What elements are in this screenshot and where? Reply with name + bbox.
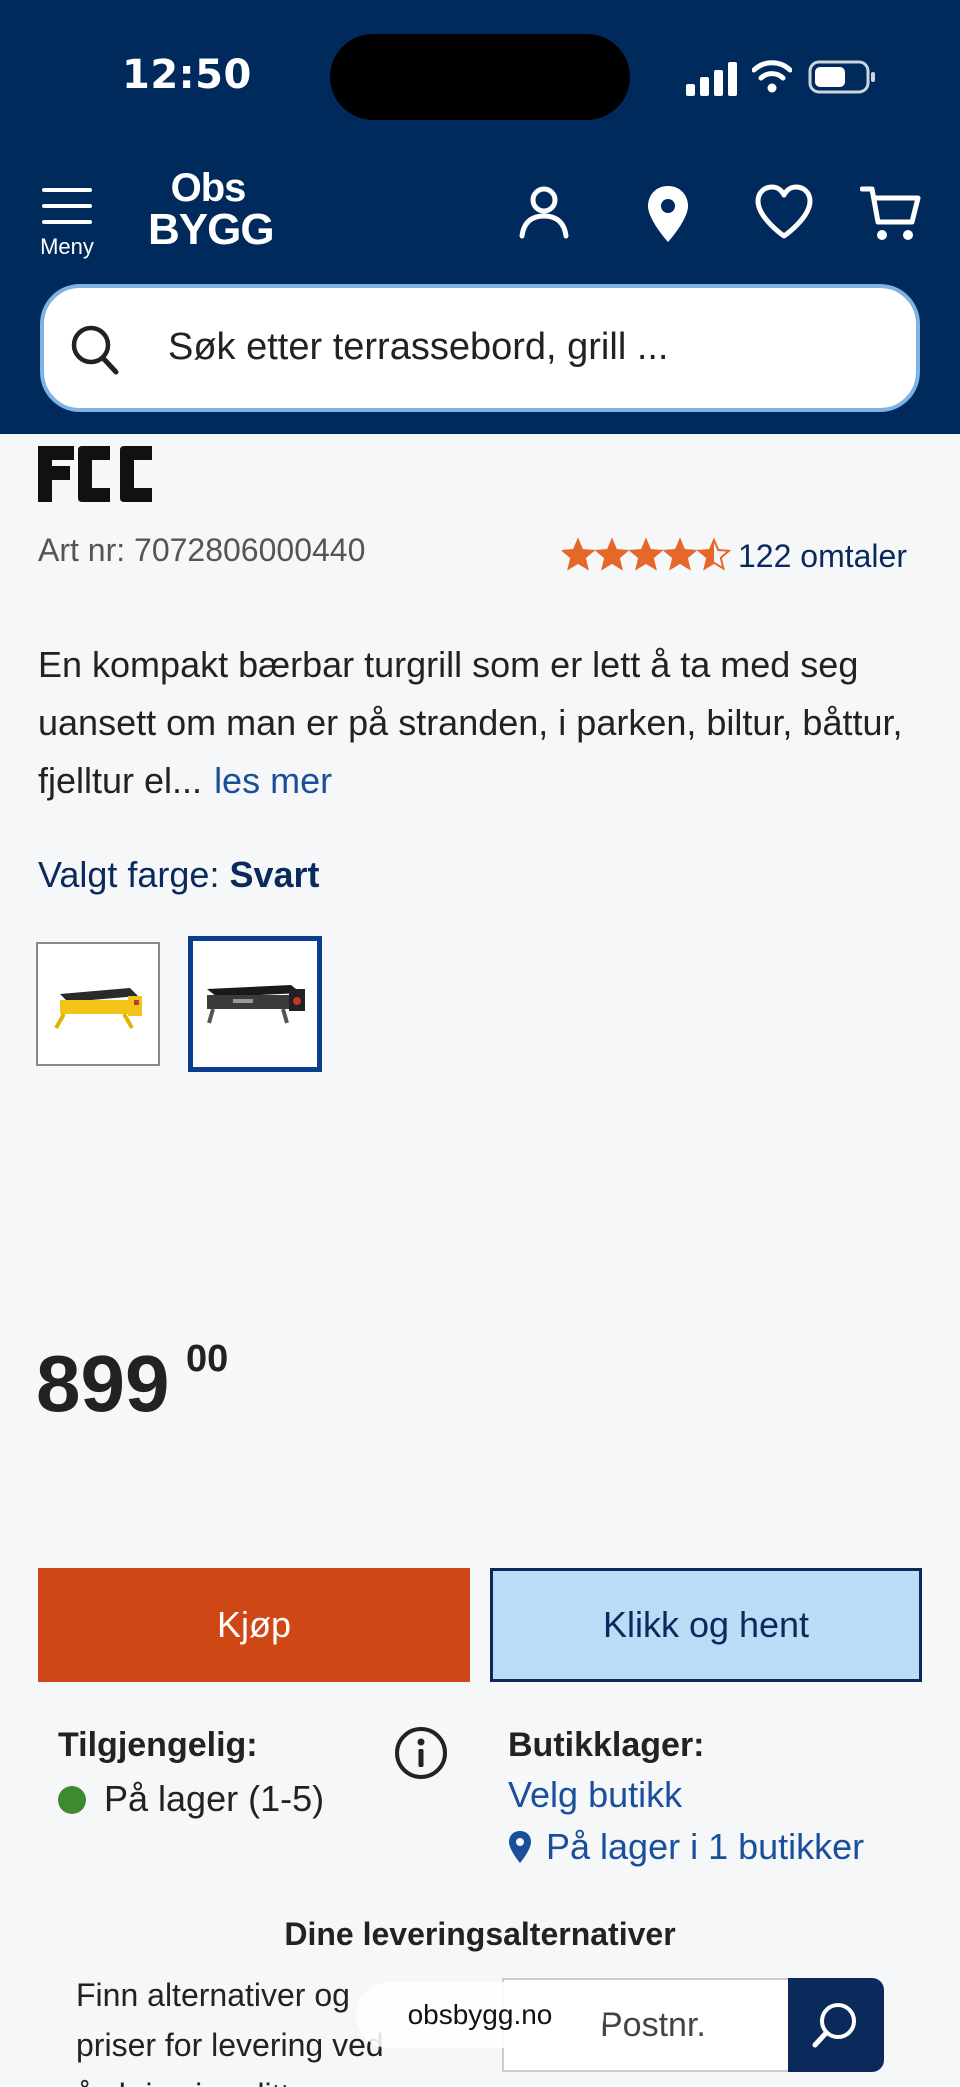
info-icon[interactable] — [394, 1726, 448, 1780]
rating-stars[interactable] — [562, 534, 734, 574]
zip-search-button[interactable] — [788, 1978, 884, 2072]
click-and-collect-button[interactable]: Klikk og hent — [490, 1568, 922, 1682]
product-description: En kompakt bærbar turgrill som er lett å… — [38, 636, 918, 810]
hamburger-icon — [42, 188, 92, 236]
availability-status: På lager (1-5) — [104, 1778, 325, 1819]
rating-star — [662, 537, 698, 571]
menu-button[interactable]: Meny — [34, 180, 100, 264]
brand-logo — [38, 446, 152, 502]
price-main: 899 — [36, 1339, 170, 1428]
wifi-icon — [752, 60, 792, 93]
browser-url-pill[interactable]: obsbygg.no — [356, 1982, 604, 2048]
search-bar[interactable]: Søk etter terrassebord, grill ... — [40, 284, 920, 412]
zip-placeholder: Postnr. — [600, 2006, 706, 2044]
account-icon[interactable] — [516, 184, 572, 240]
dynamic-island — [330, 34, 630, 120]
battery-icon — [808, 60, 875, 94]
color-swatch-yellow[interactable] — [36, 942, 160, 1066]
grill-thumbnail-yellow — [54, 988, 142, 1029]
selected-color: Valgt farge: Svart — [38, 854, 320, 896]
buy-button[interactable]: Kjøp — [38, 1568, 470, 1682]
search-icon — [71, 325, 119, 375]
search-placeholder: Søk etter terrassebord, grill ... — [168, 326, 669, 368]
delivery-title: Dine leveringsalternativer — [284, 1916, 676, 1952]
store-pin-icon — [509, 1831, 531, 1863]
favorites-heart-icon[interactable] — [754, 184, 814, 240]
choose-store-link[interactable]: Velg butikk — [508, 1774, 682, 1816]
status-time: 12:50 — [122, 52, 252, 98]
description-text: En kompakt bærbar turgrill som er lett å… — [38, 644, 903, 801]
in-stock-dot-icon — [58, 1786, 86, 1814]
app-header: 12:50 Meny Obs BYGG Søk etter terrassebo… — [0, 0, 960, 434]
availability-title: Tilgjengelig: — [58, 1726, 258, 1764]
color-value: Svart — [229, 854, 320, 895]
read-more-link[interactable]: les mer — [214, 760, 332, 801]
store-stock-title: Butikklager: — [508, 1726, 705, 1764]
grill-thumbnail-black — [207, 985, 305, 1024]
menu-label: Meny — [40, 234, 94, 259]
obs-bygg-logo[interactable]: Obs BYGG — [148, 166, 275, 258]
rating-star — [562, 537, 596, 571]
rating-star — [594, 537, 630, 571]
logo-line-2: BYGG — [148, 205, 275, 254]
delivery-text: Finn alternativer og priser for levering… — [76, 1977, 384, 2087]
reviews-link[interactable]: 122 omtaler — [738, 538, 907, 575]
cellular-signal-icon — [686, 62, 737, 96]
article-number: Art nr: 7072806000440 — [38, 532, 366, 568]
price-cents: 00 — [186, 1338, 229, 1380]
store-stock-link[interactable]: På lager i 1 butikker — [546, 1826, 864, 1868]
location-pin-icon[interactable] — [646, 184, 690, 244]
color-swatch-black[interactable] — [188, 936, 322, 1072]
rating-star — [696, 537, 732, 571]
cart-icon[interactable] — [860, 184, 922, 244]
color-label: Valgt farge: — [38, 854, 230, 895]
logo-line-1: Obs — [170, 166, 247, 210]
rating-star — [628, 537, 664, 571]
search-icon — [812, 2003, 856, 2048]
